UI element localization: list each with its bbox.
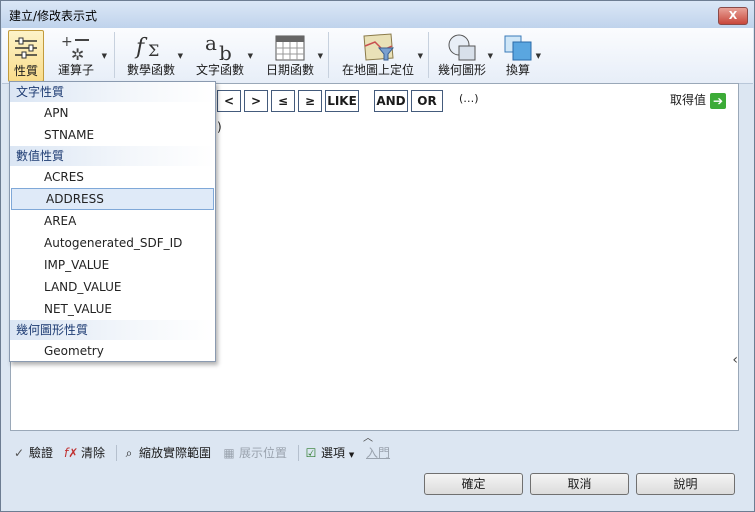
svg-text:a: a: [205, 32, 217, 55]
import-link[interactable]: 入門: [366, 444, 390, 461]
separator: [428, 32, 429, 78]
grid-icon: ▦: [223, 446, 235, 460]
separator: [116, 445, 117, 461]
list-item[interactable]: APN: [10, 102, 215, 124]
close-button[interactable]: X: [718, 7, 748, 25]
checkbox-icon: ☑: [305, 446, 317, 460]
geometry-label: 幾何圖形: [437, 63, 486, 77]
text-function-icon: a b: [205, 32, 232, 62]
text-functions-button[interactable]: a b 文字函數 ▼: [188, 30, 253, 80]
parentheses-button[interactable]: (…): [459, 92, 479, 105]
list-item[interactable]: Autogenerated_SDF_ID: [10, 232, 215, 254]
like-button[interactable]: LIKE: [325, 90, 359, 112]
ok-button[interactable]: 確定: [424, 473, 523, 495]
chevron-down-icon: ▼: [417, 52, 423, 60]
operators-button[interactable]: + ✲ 運算子 ▼: [46, 30, 107, 80]
ribbon-toolbar: 性質 + ✲ 運算子 ▼ f Σ 數學函數 ▼ a b 文字函數 ▼ 日期函數 …: [2, 28, 753, 84]
convert-button[interactable]: 換算 ▼: [496, 30, 541, 80]
cancel-button[interactable]: 取消: [530, 473, 629, 495]
svg-text:✲: ✲: [71, 45, 84, 62]
list-item[interactable]: STNAME: [10, 124, 215, 146]
list-item[interactable]: ACRES: [10, 166, 215, 188]
separator: [328, 32, 329, 78]
group-header-geometry-properties: 幾何圖形性質: [10, 320, 215, 340]
title-bar: 建立/修改表示式 X: [1, 1, 754, 28]
svg-text:Σ: Σ: [148, 41, 159, 60]
sliders-icon: [15, 37, 37, 59]
list-item[interactable]: AREA: [10, 210, 215, 232]
checkmark-icon: ✓: [13, 446, 25, 460]
arrow-right-icon: ➔: [710, 92, 726, 109]
zoom-extents-button[interactable]: ⌕ 縮放實際範圍: [122, 444, 211, 461]
list-item[interactable]: LAND_VALUE: [10, 276, 215, 298]
math-functions-label: 數學函數: [126, 63, 175, 77]
chevron-down-icon: ▼: [101, 52, 107, 60]
operators-icon: + ✲: [61, 34, 89, 62]
greater-equal-button[interactable]: ≥: [298, 90, 322, 112]
list-item[interactable]: IMP_VALUE: [10, 254, 215, 276]
locate-on-map-button[interactable]: 在地圖上定位 ▼: [334, 30, 423, 80]
operators-label: 運算子: [57, 63, 94, 77]
separator: [298, 445, 299, 461]
locate-on-map-label: 在地圖上定位: [341, 63, 414, 77]
list-item[interactable]: NET_VALUE: [10, 298, 215, 320]
chevron-down-icon: ▼: [535, 52, 541, 60]
chevron-down-icon: ▼: [317, 52, 323, 60]
or-button[interactable]: OR: [411, 90, 443, 112]
calendar-icon: [275, 35, 305, 61]
zoom-icon: ⌕: [125, 446, 133, 460]
window-title: 建立/修改表示式: [9, 9, 98, 23]
list-item[interactable]: Geometry: [10, 340, 215, 362]
chevron-down-icon: ▼: [348, 451, 355, 459]
validate-button[interactable]: ✓ 驗證: [12, 444, 53, 461]
convert-cube-icon: [504, 35, 532, 61]
options-button[interactable]: ☑ 選項 ▼: [304, 444, 355, 461]
properties-dropdown: 文字性質 APN STNAME 數值性質 ACRES ADDRESS AREA …: [9, 81, 216, 362]
svg-text:f: f: [134, 35, 148, 60]
math-functions-button[interactable]: f Σ 數學函數 ▼: [120, 30, 183, 80]
date-functions-label: 日期函數: [265, 63, 314, 77]
less-equal-button[interactable]: ≤: [271, 90, 295, 112]
text-functions-label: 文字函數: [195, 63, 244, 77]
show-position-button[interactable]: ▦ 展示位置: [222, 444, 287, 461]
get-value-label: 取得值: [669, 93, 706, 107]
list-item-selected[interactable]: ADDRESS: [11, 188, 214, 210]
help-button[interactable]: 說明: [636, 473, 735, 495]
convert-label: 換算: [505, 63, 530, 77]
map-filter-icon: [363, 33, 395, 61]
greater-than-button[interactable]: >: [244, 90, 268, 112]
chevron-down-icon: ▼: [487, 52, 493, 60]
expression-text: ): [217, 120, 222, 134]
math-function-icon: f Σ: [134, 35, 159, 60]
date-functions-button[interactable]: 日期函數 ▼: [258, 30, 323, 80]
and-button[interactable]: AND: [374, 90, 408, 112]
properties-button[interactable]: 性質: [8, 30, 44, 82]
clear-formula-icon: f✗: [64, 446, 79, 460]
group-header-numeric-properties: 數值性質: [10, 146, 215, 166]
chevron-down-icon: ▼: [247, 52, 253, 60]
get-value-button[interactable]: 取得值 ➔: [670, 91, 726, 109]
clear-button[interactable]: f✗ 清除: [64, 444, 105, 461]
less-than-button[interactable]: <: [217, 90, 241, 112]
separator: [114, 32, 115, 78]
group-header-text-properties: 文字性質: [10, 82, 215, 102]
svg-text:b: b: [219, 41, 232, 62]
bottom-toolbar: ✓ 驗證 f✗ 清除 ⌕ 縮放實際範圍 ▦ 展示位置 ☑ 選項 ▼ 入門: [10, 441, 750, 463]
chevron-down-icon: ▼: [177, 52, 183, 60]
chevron-left-icon[interactable]: ‹: [732, 352, 738, 368]
geometry-shape-icon: [448, 34, 476, 61]
properties-label: 性質: [13, 64, 38, 78]
geometry-button[interactable]: 幾何圖形 ▼: [432, 30, 493, 80]
